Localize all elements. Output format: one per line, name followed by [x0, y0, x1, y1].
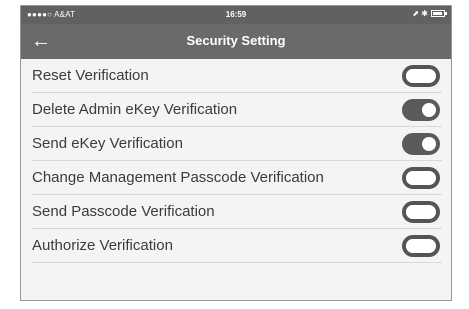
battery-icon: [431, 10, 447, 17]
setting-label: Authorize Verification: [32, 237, 173, 254]
status-bar: ●●●●○ A&AT 16:59 ⬈ ✱: [21, 6, 451, 24]
settings-list: Reset Verification Delete Admin eKey Ver…: [21, 59, 451, 263]
toggle-knob: [422, 102, 436, 117]
setting-row-delete-admin-ekey-verification[interactable]: Delete Admin eKey Verification: [32, 93, 442, 127]
toggle-switch[interactable]: [402, 200, 440, 223]
setting-row-send-passcode-verification[interactable]: Send Passcode Verification: [32, 195, 442, 229]
toggle-knob: [406, 204, 420, 219]
toggle-knob: [406, 68, 420, 83]
setting-row-authorize-verification[interactable]: Authorize Verification: [32, 229, 442, 263]
toggle-knob: [422, 136, 436, 151]
status-time: 16:59: [225, 10, 247, 19]
page-title: Security Setting: [186, 33, 286, 48]
phone-screen: ●●●●○ A&AT 16:59 ⬈ ✱ ← Security Setting …: [20, 5, 452, 301]
setting-label: Change Management Passcode Verification: [32, 169, 324, 186]
toggle-switch[interactable]: [402, 132, 440, 155]
toggle-switch[interactable]: [402, 234, 440, 257]
setting-row-send-ekey-verification[interactable]: Send eKey Verification: [32, 127, 442, 161]
location-bluetooth-icons: ⬈ ✱: [412, 9, 428, 18]
nav-bar: ← Security Setting: [21, 24, 451, 59]
toggle-switch[interactable]: [402, 166, 440, 189]
toggle-switch[interactable]: [402, 98, 440, 121]
status-right: ⬈ ✱: [412, 9, 447, 18]
toggle-knob: [406, 170, 420, 185]
setting-label: Send eKey Verification: [32, 135, 183, 152]
setting-label: Delete Admin eKey Verification: [32, 101, 238, 118]
setting-label: Reset Verification: [32, 67, 149, 84]
toggle-knob: [406, 238, 420, 253]
setting-row-change-management-passcode-verification[interactable]: Change Management Passcode Verification: [32, 161, 442, 195]
setting-label: Send Passcode Verification: [32, 203, 215, 220]
toggle-switch[interactable]: [402, 64, 440, 87]
setting-row-reset-verification[interactable]: Reset Verification: [32, 59, 442, 93]
